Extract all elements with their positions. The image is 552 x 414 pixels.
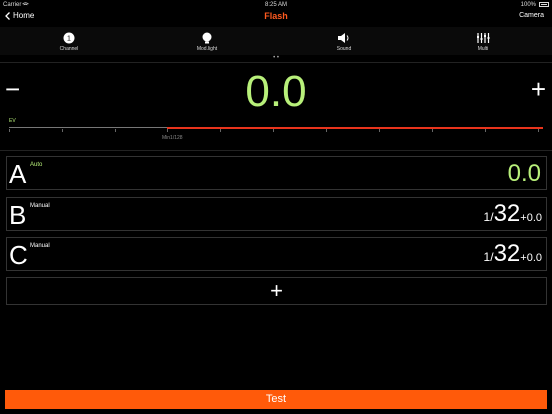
ev-label: EV — [9, 118, 16, 124]
ev-value: 0.0 — [245, 67, 307, 116]
min-power-label: Min1/128 — [162, 135, 183, 141]
page-title: Flash — [264, 11, 288, 21]
increase-button[interactable]: + — [531, 76, 546, 102]
battery-percent: 100% — [520, 2, 536, 8]
tab-sound[interactable]: Sound — [309, 32, 379, 52]
clock: 8:25 AM — [264, 2, 287, 8]
group-row-a[interactable]: A Auto 0.0 — [6, 156, 547, 190]
scale-tick — [379, 129, 380, 132]
power-denominator: 32 — [493, 240, 521, 267]
status-bar: Carrier 8:25 AM 100% — [0, 0, 552, 10]
scale-tick — [220, 129, 221, 132]
scale-range-bar — [167, 127, 543, 129]
group-mode: Auto — [30, 162, 43, 168]
scale-tick — [9, 129, 10, 132]
scale-tick — [326, 129, 327, 132]
divider — [0, 150, 552, 151]
bulb-icon — [202, 32, 212, 44]
scale-tick — [167, 129, 168, 132]
power-offset: +0.0 — [520, 252, 542, 264]
tab-label: Mod.light — [196, 46, 218, 52]
add-group-button[interactable]: + — [6, 277, 547, 305]
function-tabs: 1 Channel Mod.light Sound Multi — [0, 27, 552, 55]
scale-tick — [273, 129, 274, 132]
scale-tick — [432, 129, 433, 132]
tab-multi[interactable]: Multi — [448, 32, 518, 52]
group-power: 1/32+0.0 — [484, 240, 542, 268]
power-offset: +0.0 — [520, 212, 542, 224]
ev-scale[interactable] — [9, 127, 543, 133]
channel-1-icon: 1 — [63, 32, 75, 44]
scale-tick — [115, 129, 116, 132]
group-mode: Manual — [30, 243, 50, 249]
nav-bar: Home Flash Camera — [0, 10, 552, 26]
group-letter: C — [9, 240, 28, 270]
tab-label: Multi — [477, 46, 489, 52]
group-mode: Manual — [30, 203, 50, 209]
group-power: 1/32+0.0 — [484, 200, 542, 228]
scale-tick — [485, 129, 486, 132]
channel-badge: 1 — [67, 36, 71, 43]
power-denominator: 32 — [493, 200, 521, 227]
tab-label: Sound — [336, 46, 352, 52]
test-button[interactable]: Test — [5, 390, 547, 409]
camera-button[interactable]: Camera — [519, 12, 544, 19]
tab-mod-light[interactable]: Mod.light — [172, 32, 242, 52]
group-row-c[interactable]: C Manual 1/32+0.0 — [6, 237, 547, 271]
battery-icon — [539, 2, 549, 7]
scale-base-line — [9, 127, 167, 128]
scale-tick — [538, 129, 539, 132]
multi-flash-icon — [477, 33, 490, 43]
scale-tick — [62, 129, 63, 132]
divider — [0, 62, 552, 63]
tab-channel[interactable]: 1 Channel — [34, 32, 104, 52]
tab-label: Channel — [59, 46, 79, 52]
group-letter: A — [9, 159, 27, 189]
group-value: 0.0 — [507, 160, 541, 187]
speaker-icon — [338, 33, 349, 43]
group-letter: B — [9, 200, 27, 230]
page-indicator: • • — [273, 55, 279, 61]
group-row-b[interactable]: B Manual 1/32+0.0 — [6, 197, 547, 231]
